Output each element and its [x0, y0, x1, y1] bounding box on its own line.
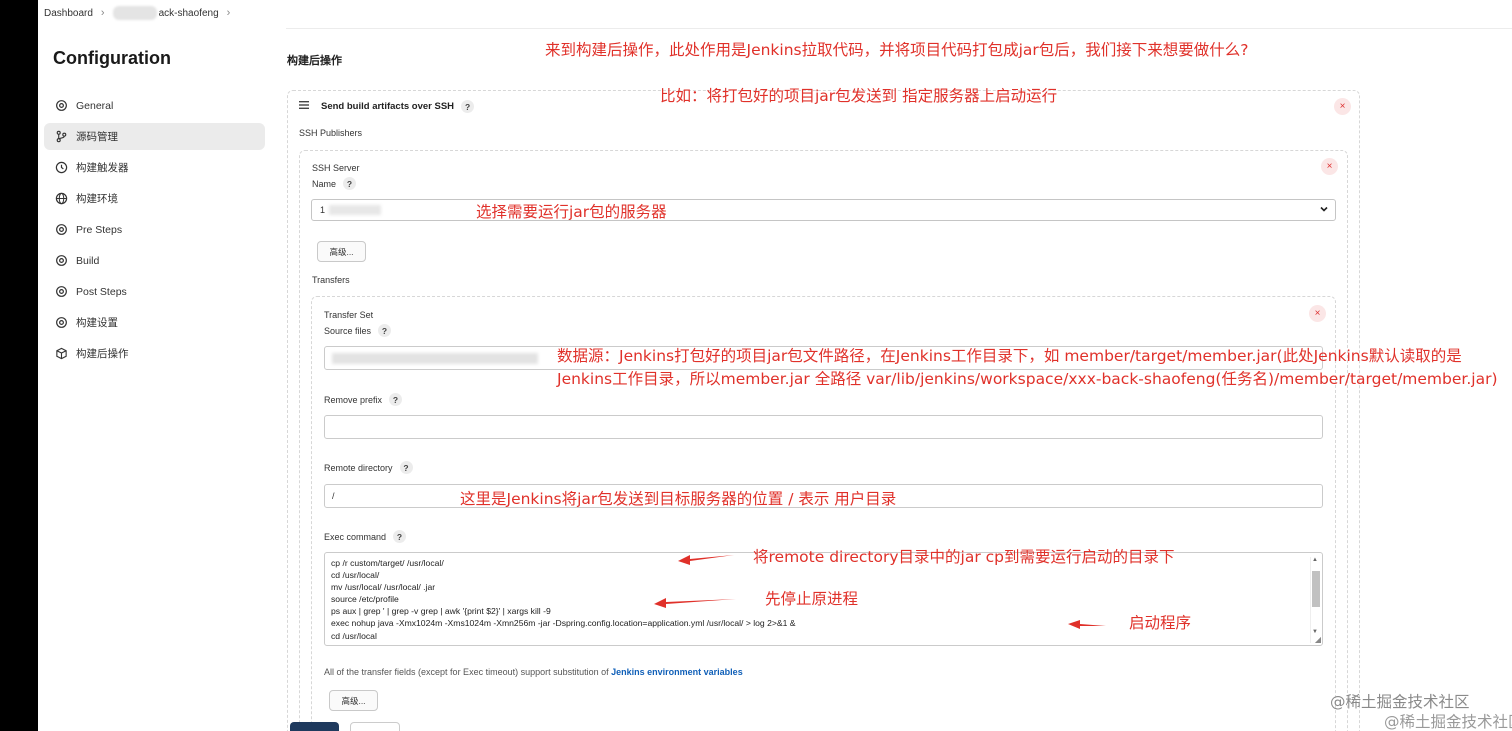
remote-directory-label-text: Remote directory — [324, 462, 393, 473]
redacted-server-name — [329, 205, 382, 215]
annotation-stop-process: 先停止原进程 — [765, 590, 859, 608]
page-title: Configuration — [53, 48, 171, 68]
chevron-right-icon[interactable]: › — [227, 7, 231, 19]
arrow-icon — [1068, 620, 1106, 629]
advanced-button-transfer[interactable]: 高级... — [329, 690, 378, 711]
remove-prefix-label: Remove prefix ? — [324, 393, 403, 406]
remove-prefix-input[interactable] — [324, 415, 1323, 439]
sidebar-item[interactable]: General — [44, 92, 265, 119]
sidebar-item[interactable]: 构建环境 — [44, 185, 265, 212]
step-header: Send build artifacts over SSH ? — [299, 100, 475, 113]
annotation-select-server: 选择需要运行jar包的服务器 — [476, 203, 667, 221]
hint-text: All of the transfer fields (except for E… — [324, 667, 612, 677]
save-button[interactable] — [290, 722, 339, 731]
clock-icon — [54, 161, 68, 175]
help-icon[interactable]: ? — [389, 393, 403, 406]
sidebar-item[interactable]: 构建触发器 — [44, 154, 265, 181]
sidebar-item-label: 构建设置 — [76, 317, 118, 329]
breadcrumb: Dashboard › ack-shaofeng › — [38, 0, 1512, 26]
sidebar-item-label: 源码管理 — [76, 131, 118, 143]
sidebar-item[interactable]: Build — [44, 247, 265, 274]
annotation-copy-jar: 将remote directory目录中的jar cp到需要运行启动的目录下 — [753, 548, 1175, 566]
annotation-remote-directory: 这里是Jenkins将jar包发送到目标服务器的位置 / 表示 用户目录 — [460, 490, 897, 508]
source-files-label: Source files ? — [324, 324, 392, 337]
sidebar-item[interactable]: Post Steps — [44, 278, 265, 305]
sidebar-item-label: 构建触发器 — [76, 162, 129, 174]
watermark-secondary: @稀土掘金技术社区 — [1384, 713, 1512, 731]
name-label-text: Name — [312, 178, 337, 189]
arrow-icon — [654, 598, 736, 608]
sidebar-item-label: 构建后操作 — [76, 348, 129, 360]
transfers-label: Transfers — [312, 275, 350, 285]
sidebar-item-label: Pre Steps — [76, 223, 123, 236]
resize-handle-icon[interactable]: ◢ — [1315, 635, 1321, 644]
gear-icon — [54, 99, 68, 113]
help-icon[interactable]: ? — [461, 100, 475, 113]
sidebar-item-label: General — [76, 99, 114, 112]
chevron-right-icon: › — [100, 7, 105, 19]
drag-handle-icon[interactable] — [299, 101, 309, 112]
sidebar-item[interactable]: 源码管理 — [44, 123, 265, 150]
redacted-job-prefix — [112, 6, 157, 20]
ssh-server-label: SSH Server — [312, 163, 360, 173]
source-files-label-text: Source files — [324, 325, 372, 336]
ssh-publishers-label: SSH Publishers — [299, 128, 363, 138]
help-icon[interactable]: ? — [378, 324, 392, 337]
help-icon[interactable]: ? — [343, 177, 357, 190]
help-icon[interactable]: ? — [393, 530, 407, 543]
globe-icon — [54, 192, 68, 206]
annotation-post-build: 来到构建后操作，此处作用是Jenkins拉取代码，并将项目代码打包成jar包后，… — [545, 41, 1249, 59]
env-vars-link[interactable]: Jenkins environment variables — [611, 667, 743, 677]
textarea-scrollbar[interactable]: ▲ ▼ — [1310, 557, 1320, 643]
close-icon[interactable]: × — [1321, 158, 1338, 175]
cube-icon — [54, 347, 68, 361]
help-icon[interactable]: ? — [399, 461, 413, 474]
sidebar-item[interactable]: Pre Steps — [44, 216, 265, 243]
ssh-server-select[interactable]: 1 — [311, 199, 1336, 221]
divider — [286, 28, 1512, 29]
annotation-example: 比如：将打包好的项目jar包发送到 指定服务器上启动运行 — [660, 87, 1058, 105]
chevron-down-icon — [1319, 204, 1329, 216]
step-title: Send build artifacts over SSH — [321, 101, 455, 112]
sidebar-item-label: 构建环境 — [76, 193, 118, 205]
left-dark-strip — [0, 0, 38, 731]
ssh-server-value: 1 — [320, 205, 326, 215]
close-icon[interactable]: × — [1334, 98, 1351, 115]
gear-icon — [54, 285, 68, 299]
env-vars-hint: All of the transfer fields (except for E… — [324, 667, 743, 677]
sidebar-item[interactable]: 构建设置 — [44, 309, 265, 336]
transfer-set-label: Transfer Set — [324, 310, 374, 320]
exec-command-label: Exec command ? — [324, 530, 407, 543]
remote-directory-value: / — [332, 491, 335, 501]
sidebar-item[interactable]: 构建后操作 — [44, 340, 265, 367]
redacted-source-path — [332, 352, 538, 364]
advanced-button[interactable]: 高级... — [317, 241, 366, 262]
sidebar-item-label: Post Steps — [76, 285, 127, 298]
watermark: @稀土掘金技术社区 — [1330, 693, 1470, 711]
name-label: Name ? — [312, 177, 357, 190]
annotation-start-program: 启动程序 — [1129, 614, 1192, 632]
exec-command-label-text: Exec command — [324, 531, 387, 542]
scroll-up-icon[interactable]: ▲ — [1312, 557, 1318, 563]
arrow-icon — [678, 555, 734, 565]
branch-icon — [54, 130, 68, 144]
gear-icon — [54, 223, 68, 237]
annotation-source-files: 数据源：Jenkins打包好的项目jar包文件路径，在Jenkins工作目录下，… — [557, 347, 1498, 389]
gear-icon — [54, 254, 68, 268]
apply-button[interactable] — [350, 722, 400, 731]
sidebar-item-label: Build — [76, 254, 100, 267]
exec-command-line: cd /usr/local/ — [331, 570, 380, 581]
section-heading: 构建后操作 — [287, 55, 342, 67]
gear-icon — [54, 316, 68, 330]
remove-prefix-label-text: Remove prefix — [324, 394, 383, 405]
close-icon[interactable]: × — [1309, 305, 1326, 322]
breadcrumb-dashboard[interactable]: Dashboard — [44, 8, 93, 19]
scrollbar-thumb[interactable] — [1312, 571, 1320, 607]
breadcrumb-job[interactable]: ack-shaofeng — [159, 8, 219, 19]
remote-directory-label: Remote directory ? — [324, 461, 413, 474]
sidebar-nav: General 源码管理构建触发器构建环境 Pre Steps Build Post S… — [44, 92, 265, 371]
